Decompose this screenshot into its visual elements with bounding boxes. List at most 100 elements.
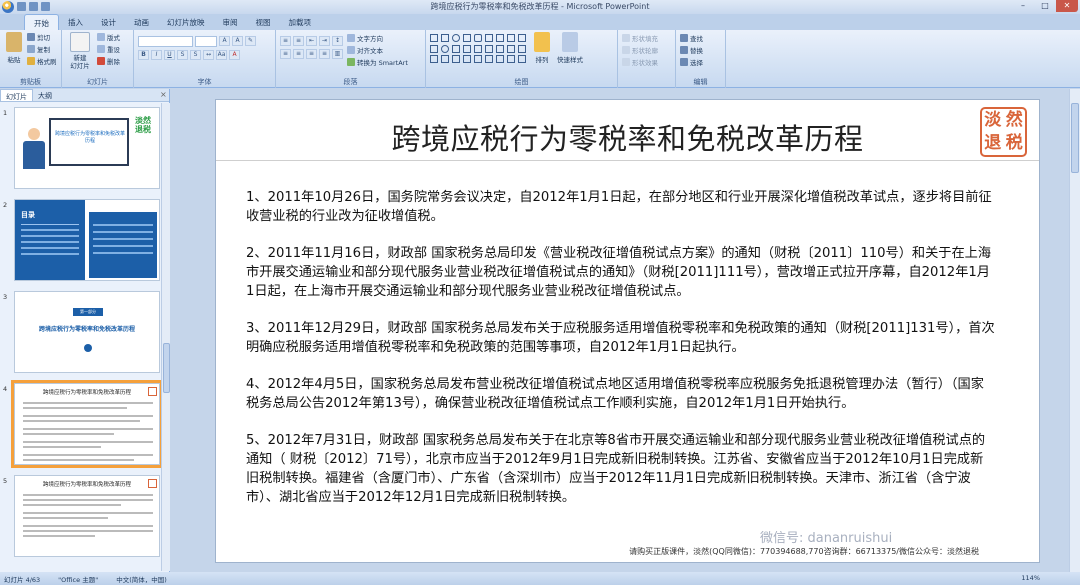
columns-button[interactable]: ▥ [332,49,343,59]
shape-effects-button[interactable]: 形状效果 [622,57,671,67]
arrange-button[interactable]: 排列 [531,32,553,64]
layout-button[interactable]: 版式 [97,32,120,42]
wechat-watermark: 微信号: dananruishui [760,531,893,546]
spacing-button[interactable]: ↔ [203,50,214,60]
font-size-combo[interactable] [195,36,217,47]
reset-button[interactable]: 重设 [97,44,120,54]
smartart-button[interactable]: 转换为 SmartArt [347,57,408,67]
strikethrough-button[interactable]: S [177,50,188,60]
new-slide-button[interactable]: 新建 幻灯片 [66,32,94,70]
decrease-indent-button[interactable]: ⇤ [306,36,317,46]
tab-slideshow[interactable]: 幻灯片放映 [158,14,214,30]
drawing-group: 排列 快速样式 绘图 [426,30,618,88]
slide-footer: 请购买正版课件，淡然(QQ同微信)：770394688,770咨询群：66713… [629,547,979,556]
text-direction-button[interactable]: 文字方向 [347,33,408,43]
tab-outline[interactable]: 大纲 [33,89,57,101]
copy-button[interactable]: 复制 [27,44,57,54]
font-name-combo[interactable] [138,36,193,47]
brush-icon [27,57,35,65]
smartart-icon [347,58,355,66]
thumbnail-body [23,494,153,537]
language-indicator[interactable]: 中文(简体，中国) [116,574,167,584]
paragraph-group: ≡ ≡ ⇤ ⇥ ↕ ≡ ≡ ≡ ≡ ▥ 文字方向 对齐文本 转换为 SmartA… [276,30,426,88]
arrange-icon [534,32,550,52]
tab-addins[interactable]: 加载项 [280,14,321,30]
thumbnail-number: 5 [3,477,8,485]
shape-format-group: 形状填充 形状轮廓 形状效果 [618,30,676,88]
thumbnail-slide: 跨境应税行为零税率和免税改革历程 淡然 退税 [14,107,160,189]
align-right-button[interactable]: ≡ [306,49,317,59]
current-slide[interactable]: 跨境应税行为零税率和免税改革历程 淡 然 退 税 1、2011年10月26日，国… [215,99,1040,563]
tab-design[interactable]: 设计 [92,14,125,30]
tab-review[interactable]: 审阅 [214,14,247,30]
tab-insert[interactable]: 插入 [59,14,92,30]
tab-home[interactable]: 开始 [24,14,59,30]
tab-animations[interactable]: 动画 [125,14,158,30]
shape-outline-button[interactable]: 形状轮廓 [622,45,671,55]
editor-scroll-thumb[interactable] [1071,103,1079,173]
minimize-button[interactable]: – [1012,0,1034,12]
grow-font-button[interactable]: A [219,36,230,46]
find-button[interactable]: 查找 [680,33,721,43]
case-button[interactable]: Aa [216,50,227,60]
shadow-button[interactable]: S [190,50,201,60]
delete-icon [97,57,105,65]
close-panel-icon[interactable]: × [160,90,167,99]
italic-button[interactable]: I [151,50,162,60]
editor-scrollbar[interactable] [1069,89,1080,572]
paste-button[interactable]: 粘贴 [4,32,24,66]
maximize-button[interactable]: □ [1034,0,1056,12]
thumbnail-number: 2 [3,201,8,209]
select-arrow-icon [680,58,688,66]
slides-panel-tabs: 幻灯片 大纲 [0,89,169,102]
shapes-gallery[interactable] [430,34,527,64]
line-spacing-button[interactable]: ↕ [332,36,343,46]
thumbnail-slide: 跨境应税行为零税率和免税改革历程 [14,475,160,557]
clear-format-button[interactable]: ✎ [245,36,256,46]
underline-button[interactable]: U [164,50,175,60]
align-text-icon [347,46,355,54]
title-divider [216,160,1039,161]
thumbnail-number: 4 [3,385,8,393]
align-text-button[interactable]: 对齐文本 [347,45,408,55]
slide-body-text[interactable]: 1、2011年10月26日，国务院常务会议决定，自2012年1月1日起，在部分地… [246,188,996,525]
slides-panel-scroll-thumb[interactable] [163,343,170,393]
history-item-4: 4、2012年4月5日，国家税务总局发布营业税改征增值税试点地区适用增值税零税率… [246,377,984,411]
font-color-button[interactable]: A [229,50,240,60]
quick-styles-button[interactable]: 快速样式 [557,32,583,64]
replace-button[interactable]: 替换 [680,45,721,55]
zoom-level[interactable]: 114% [1021,574,1040,582]
thumbnail-title: 跨境应税行为零税率和免税改革历程 [42,390,131,396]
slides-panel: 幻灯片 大纲 × 1 跨境应税行为零税率和免税改革历程 淡然 退税 2 目录 3… [0,89,170,572]
bullets-button[interactable]: ≡ [280,36,291,46]
close-button[interactable]: ✕ [1056,0,1078,12]
slides-panel-scrollbar[interactable] [161,103,170,571]
select-button[interactable]: 选择 [680,57,721,67]
reset-icon [97,45,105,53]
align-center-button[interactable]: ≡ [293,49,304,59]
shrink-font-button[interactable]: A [232,36,243,46]
numbering-button[interactable]: ≡ [293,36,304,46]
scissors-icon [27,33,35,41]
title-bar: 跨境应税行为零税率和免税改革历程 - Microsoft PowerPoint … [0,0,1080,14]
tab-slides[interactable]: 幻灯片 [0,89,33,101]
thumbnail-slide: 第一部分 跨境应税行为零税率和免税改革历程 [14,291,160,373]
align-left-button[interactable]: ≡ [280,49,291,59]
paragraph-label: 段落 [343,78,358,86]
increase-indent-button[interactable]: ⇥ [319,36,330,46]
bold-button[interactable]: B [138,50,149,60]
clipboard-label: 剪贴板 [20,78,41,86]
thumbnail-title: 跨境应税行为零税率和免税改革历程 [38,326,135,333]
shape-fill-button[interactable]: 形状填充 [622,33,671,43]
delete-slide-button[interactable]: 删除 [97,56,120,66]
section-badge: 第一部分 [73,308,103,316]
slide-title[interactable]: 跨境应税行为零税率和免税改革历程 [216,116,1039,158]
tab-view[interactable]: 视图 [247,14,280,30]
history-item-2: 2、2011年11月16日，财政部 国家税务总局印发《营业税改征增值税试点方案》… [246,246,992,299]
cut-button[interactable]: 剪切 [27,32,57,42]
text-direction-icon [347,34,355,42]
history-item-5: 5、2012年7月31日，财政部 国家税务总局发布关于在北京等8省市开展交通运输… [246,433,986,505]
format-painter-button[interactable]: 格式刷 [27,56,57,66]
justify-button[interactable]: ≡ [319,49,330,59]
editing-label: 编辑 [693,78,708,86]
